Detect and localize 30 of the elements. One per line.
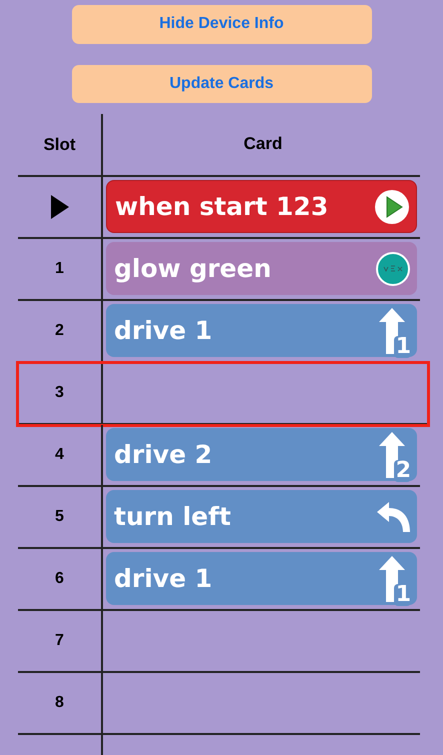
- slot-number: 7: [55, 632, 64, 650]
- slot-number: 8: [55, 694, 64, 712]
- slot-row[interactable]: 2 drive 1 1: [18, 301, 420, 363]
- turn-left-arrow-icon: [377, 502, 411, 532]
- slot-row[interactable]: 5 turn left: [18, 487, 420, 549]
- slot-row[interactable]: 7: [18, 611, 420, 673]
- play-icon: [374, 188, 410, 224]
- block-card[interactable]: when start 123: [106, 180, 417, 233]
- slot-row[interactable]: when start 123: [18, 177, 420, 239]
- slot-number: 6: [55, 570, 64, 588]
- logo-icon: [375, 250, 411, 286]
- slot-number: 2: [55, 322, 64, 340]
- column-header: Card: [244, 134, 282, 154]
- column-header: Slot: [43, 134, 76, 154]
- block-card[interactable]: drive 2 2: [106, 428, 417, 481]
- block-card[interactable]: drive 1 1: [106, 304, 417, 357]
- slot-row[interactable]: 3: [18, 363, 428, 425]
- slot-number: 5: [55, 508, 64, 526]
- block-card[interactable]: drive 1 1: [106, 552, 417, 605]
- slot-row[interactable]: 1 glow green: [18, 239, 420, 301]
- block-card[interactable]: glow green: [106, 242, 417, 295]
- block-card[interactable]: turn left: [106, 490, 417, 543]
- slot-row[interactable]: 4 drive 2 2: [18, 425, 420, 487]
- slot-number: 1: [55, 260, 64, 278]
- slot-row[interactable]: 6 drive 1 1: [18, 549, 420, 611]
- slot-row[interactable]: 8: [18, 673, 420, 735]
- action-button[interactable]: Update Cards: [72, 64, 372, 103]
- action-button[interactable]: Hide Device Info: [72, 5, 372, 44]
- slot-number: 4: [55, 446, 64, 464]
- slot-number: 3: [55, 384, 64, 402]
